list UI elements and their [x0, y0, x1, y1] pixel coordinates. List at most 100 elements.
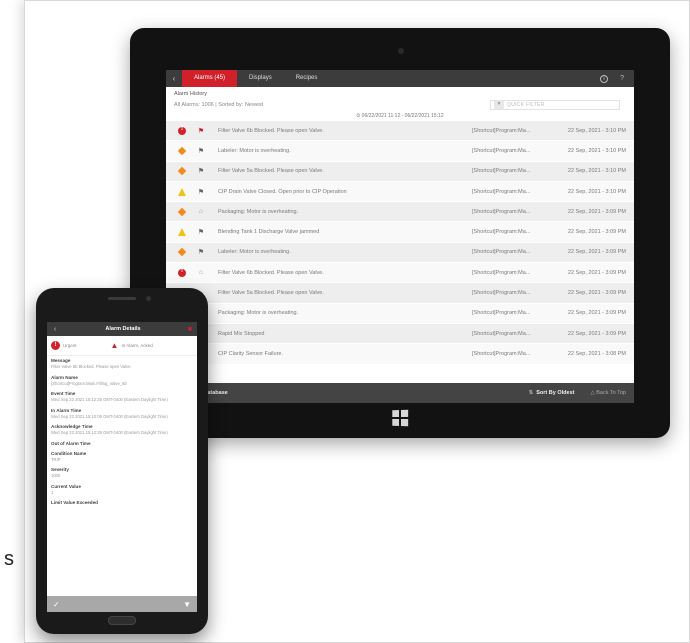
tab-recipes[interactable]: Recipes	[284, 70, 330, 87]
detail-label: Current Value	[51, 483, 81, 489]
alarm-row[interactable]: ⚑ CIP Drain Valve Closed. Open prior to C…	[166, 181, 634, 203]
alarm-state-icon: ⚑	[197, 168, 205, 176]
alarm-source: [Shortcut]Program:Ma...	[472, 269, 531, 276]
high-severity-icon	[177, 207, 187, 217]
detail-label: Limit Value Exceeded	[51, 500, 98, 505]
detail-label: Out of Alarm Time	[51, 440, 91, 446]
phone-device: ‹ Alarm Details ■ ! Urgent ▲ In Alarm, A…	[36, 288, 208, 634]
detail-value: [Shortcut]Program:Main.Filling_Valve_6b	[51, 380, 127, 386]
alarm-row[interactable]: ⌂ Filter Valve 6b Blocked. Please open Va…	[166, 263, 634, 284]
high-severity-icon	[177, 166, 187, 176]
stray-letter: s	[4, 548, 14, 570]
tab-displays[interactable]: Displays	[237, 70, 284, 87]
phone-footer: ✓ ▼	[47, 596, 197, 612]
alarm-details-title: Alarm Details	[105, 326, 141, 332]
back-to-top-label: Back To Top	[596, 390, 626, 396]
check-icon[interactable]: ✓	[53, 600, 60, 609]
filter-icon[interactable]: ▼	[494, 101, 504, 109]
alarm-source: [Shortcut]Program:Ma...	[472, 330, 531, 337]
quick-filter-input[interactable]: ▼ QUICK FILTER	[490, 100, 620, 110]
detail-field: Limit Value Exceeded	[51, 500, 193, 505]
windows-logo-icon[interactable]	[392, 409, 409, 427]
alarm-time: 22 Sep, 2021 - 3:10 PM	[567, 147, 626, 154]
alarm-message: CIP Clarity Sensor Failure.	[218, 350, 284, 357]
detail-label: Message	[51, 358, 71, 363]
tab-alarms[interactable]: Alarms (45)	[182, 70, 238, 87]
detail-value: Wed Sep 22 2021 15:10:05 GMT-0400 (Easte…	[51, 413, 168, 419]
detail-field: Alarm Name [Shortcut]Program:Main.Filling…	[51, 375, 193, 387]
alarm-row[interactable]: ⌂Filter Valve 5a Blocked. Please open Va…	[166, 283, 634, 304]
alarm-row[interactable]: ⌂ Packaging: Motor is overheating. [Shortc…	[166, 202, 634, 223]
detail-label: In Alarm Time	[51, 407, 82, 413]
alarm-message: Labeler: Motor is overheating.	[218, 249, 291, 256]
high-severity-icon	[177, 146, 187, 156]
alarm-list: ⚑ Filter Valve 6b Blocked. Please open Va…	[166, 121, 634, 365]
alarm-state-icon: ⌂	[198, 208, 204, 216]
info-circle-icon[interactable]: i	[600, 74, 609, 83]
alarm-time: 22 Sep, 2021 - 3:09 PM	[567, 249, 626, 256]
urgent-icon: !	[51, 341, 60, 350]
alarm-row[interactable]: ⚑ Labeler: Motor is overheating. [Shortcut…	[166, 242, 634, 264]
detail-label: Alarm Name	[51, 374, 78, 380]
sort-button[interactable]: ⇅ Sort By Oldest	[529, 390, 575, 396]
tablet-device: ‹ Alarms (45) Displays Recipes i ? Alarm…	[130, 28, 670, 438]
state-label: In Alarm, Acked	[121, 343, 153, 348]
alarm-state-icon: ⚑	[197, 188, 205, 196]
detail-field: Acknowledge Time Wed Sep 22 2021 15:12:35…	[51, 424, 193, 436]
alarm-source: [Shortcut]Program:Ma...	[472, 168, 531, 175]
alarm-time: 22 Sep, 2021 - 3:10 PM	[567, 188, 626, 195]
speaker-grille	[108, 297, 136, 300]
detail-label: Acknowledge Time	[51, 424, 93, 429]
alarm-message: Filter Valve 6b Blocked. Please open Val…	[218, 127, 324, 134]
detail-value: Wed Sep 22 2021 15:12:35 GMT-0400 (Easte…	[51, 430, 168, 435]
medium-severity-icon	[178, 228, 186, 237]
alarm-message: Packaging: Motor is overheating.	[218, 208, 299, 215]
shelve-icon[interactable]: ▼	[183, 600, 191, 609]
product-screenshot: s ‹ Alarms (45) Displays Recipes i ? Ala…	[0, 0, 690, 643]
detail-value: TRIP	[51, 456, 61, 462]
detail-label: Condition Name	[51, 450, 87, 456]
alarm-source: [Shortcut]Program:Ma...	[472, 147, 531, 154]
alarm-row[interactable]: ⚑Packaging: Motor is overheating.[Shortc…	[166, 303, 634, 324]
detail-value: 1000	[51, 473, 61, 478]
trash-icon[interactable]: ■	[183, 326, 197, 333]
alarm-row[interactable]: ⚑ Blending Tank 1 Discharge Valve jammed […	[166, 222, 634, 243]
urgent-label: Urgent	[63, 343, 77, 348]
alarm-message: Labeler: Motor is overheating.	[218, 147, 291, 154]
tablet-screen: ‹ Alarms (45) Displays Recipes i ? Alarm…	[166, 70, 634, 403]
alarm-state-icon: ⚑	[197, 249, 205, 257]
alarm-status-row: ! Urgent ▲ In Alarm, Acked	[47, 336, 197, 356]
high-severity-icon	[177, 248, 187, 257]
alarm-row[interactable]: ⚑ Filter Valve 5a Blocked. Please open Va…	[166, 161, 634, 182]
back-to-top-button[interactable]: △ Back To Top	[590, 390, 626, 396]
help-icon[interactable]: ?	[620, 75, 624, 82]
alarm-message: Rapid Mix Stopped	[218, 330, 265, 337]
alarm-time: 22 Sep, 2021 - 3:08 PM	[567, 350, 626, 357]
sort-label: Sort By Oldest	[536, 390, 575, 396]
back-arrow-icon[interactable]: ‹	[47, 326, 63, 333]
detail-field: Out of Alarm Time	[51, 441, 193, 446]
tablet-footer: t Database ⇅ Sort By Oldest △ Back To Top	[166, 383, 634, 403]
quick-filter-placeholder: QUICK FILTER	[507, 102, 545, 108]
detail-field: Current Value 1	[51, 484, 193, 496]
camera-icon	[146, 296, 151, 301]
alarm-source: [Shortcut]Program:Ma...	[472, 229, 531, 236]
date-range[interactable]: ⏲ 06/22/2021 11:12 - 06/22/2021 15:12	[166, 110, 634, 121]
alarm-message: Blending Tank 1 Discharge Valve jammed	[218, 229, 320, 236]
bell-alarm-icon: ▲	[110, 341, 119, 350]
alarm-row[interactable]: ⚑ Labeler: Motor is overheating. [Shortcut…	[166, 141, 634, 162]
history-title: Alarm History	[174, 91, 208, 97]
alarm-time: 22 Sep, 2021 - 3:09 PM	[567, 310, 626, 317]
alarm-row[interactable]: ⚑CIP Clarity Sensor Failure.[Shortcut]Pr…	[166, 344, 634, 365]
alarm-time: 22 Sep, 2021 - 3:09 PM	[567, 229, 626, 236]
alarm-row[interactable]: ⚑ Filter Valve 6b Blocked. Please open Va…	[166, 121, 634, 142]
detail-field: Condition Name TRIP	[51, 451, 193, 463]
alarm-row[interactable]: ⚑Rapid Mix Stopped[Shortcut]Program:Ma..…	[166, 323, 634, 345]
back-arrow-icon[interactable]: ‹	[166, 74, 182, 83]
alarm-message: Filter Valve 6b Blocked. Please open Val…	[218, 269, 324, 276]
alarm-time: 22 Sep, 2021 - 3:10 PM	[567, 168, 626, 175]
detail-value: Filter Valve 6b Blocked. Please open Val…	[51, 364, 132, 369]
alarm-time: 22 Sep, 2021 - 3:09 PM	[567, 330, 626, 337]
alarm-source: [Shortcut]Program:Ma...	[472, 350, 531, 357]
home-button[interactable]	[108, 616, 136, 625]
